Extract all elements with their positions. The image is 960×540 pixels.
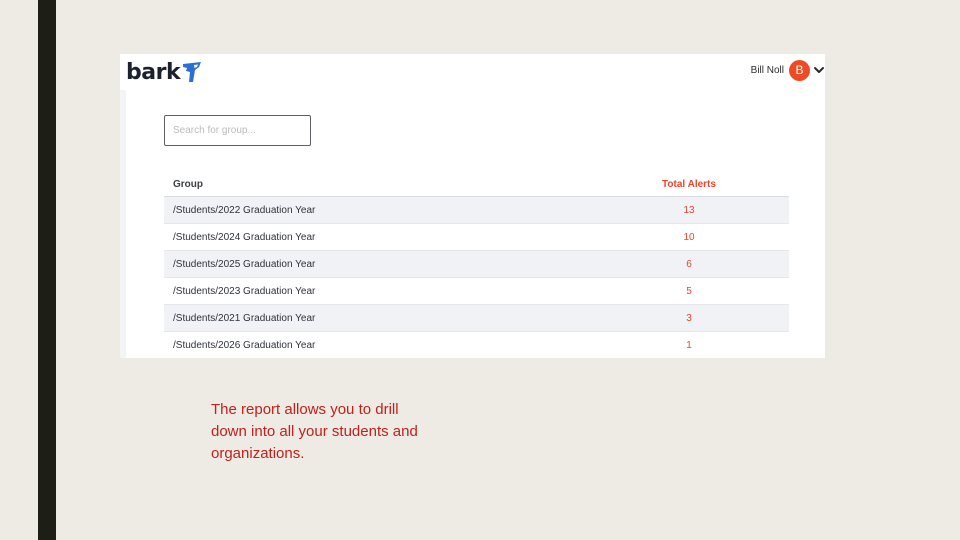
table-row[interactable]: /Students/2022 Graduation Year 13: [164, 197, 789, 224]
alert-count: 13: [683, 204, 695, 216]
table-row[interactable]: /Students/2025 Graduation Year 6: [164, 251, 789, 278]
group-path: /Students/2025 Graduation Year: [173, 258, 316, 270]
alerts-table: Group Total Alerts /Students/2022 Gradua…: [164, 172, 789, 358]
caption-line: The report allows you to drill: [211, 401, 399, 418]
sidebar-strip: [120, 90, 126, 358]
avatar[interactable]: B: [789, 59, 810, 81]
user-menu[interactable]: Bill Noll B: [751, 58, 825, 82]
caption-line: down into all your students and: [211, 423, 418, 440]
column-header-group[interactable]: Group: [164, 179, 589, 190]
search-input[interactable]: [164, 115, 311, 146]
bark-logo[interactable]: bark: [126, 57, 203, 87]
table-header: Group Total Alerts: [164, 172, 789, 197]
alert-count: 10: [683, 231, 695, 243]
bark-dog-logo-icon: [183, 62, 202, 82]
app-header: bark Bill Noll B: [120, 54, 825, 90]
column-header-total-alerts[interactable]: Total Alerts: [589, 179, 789, 190]
alert-count: 5: [686, 285, 692, 297]
group-path: /Students/2026 Graduation Year: [173, 339, 316, 351]
table-row[interactable]: /Students/2024 Graduation Year 10: [164, 224, 789, 251]
group-path: /Students/2022 Graduation Year: [173, 204, 316, 216]
chevron-down-icon[interactable]: [813, 65, 825, 75]
alert-count: 6: [686, 258, 692, 270]
app-screenshot: bark Bill Noll B Group Total Alerts /Stu…: [120, 54, 825, 358]
logo-text: bark: [126, 59, 181, 85]
table-row[interactable]: /Students/2023 Graduation Year 5: [164, 278, 789, 305]
group-path: /Students/2024 Graduation Year: [173, 231, 316, 243]
alert-count: 1: [686, 339, 692, 351]
group-path: /Students/2023 Graduation Year: [173, 285, 316, 297]
slide-left-bar: [38, 0, 56, 540]
table-row[interactable]: /Students/2021 Graduation Year 3: [164, 305, 789, 332]
table-row[interactable]: /Students/2026 Graduation Year 1: [164, 332, 789, 358]
group-path: /Students/2021 Graduation Year: [173, 312, 316, 324]
user-name: Bill Noll: [750, 64, 784, 76]
alert-count: 3: [686, 312, 692, 324]
slide-caption: The report allows you to drill down into…: [211, 399, 471, 465]
caption-line: organizations.: [211, 445, 305, 462]
avatar-initial: B: [795, 63, 804, 77]
